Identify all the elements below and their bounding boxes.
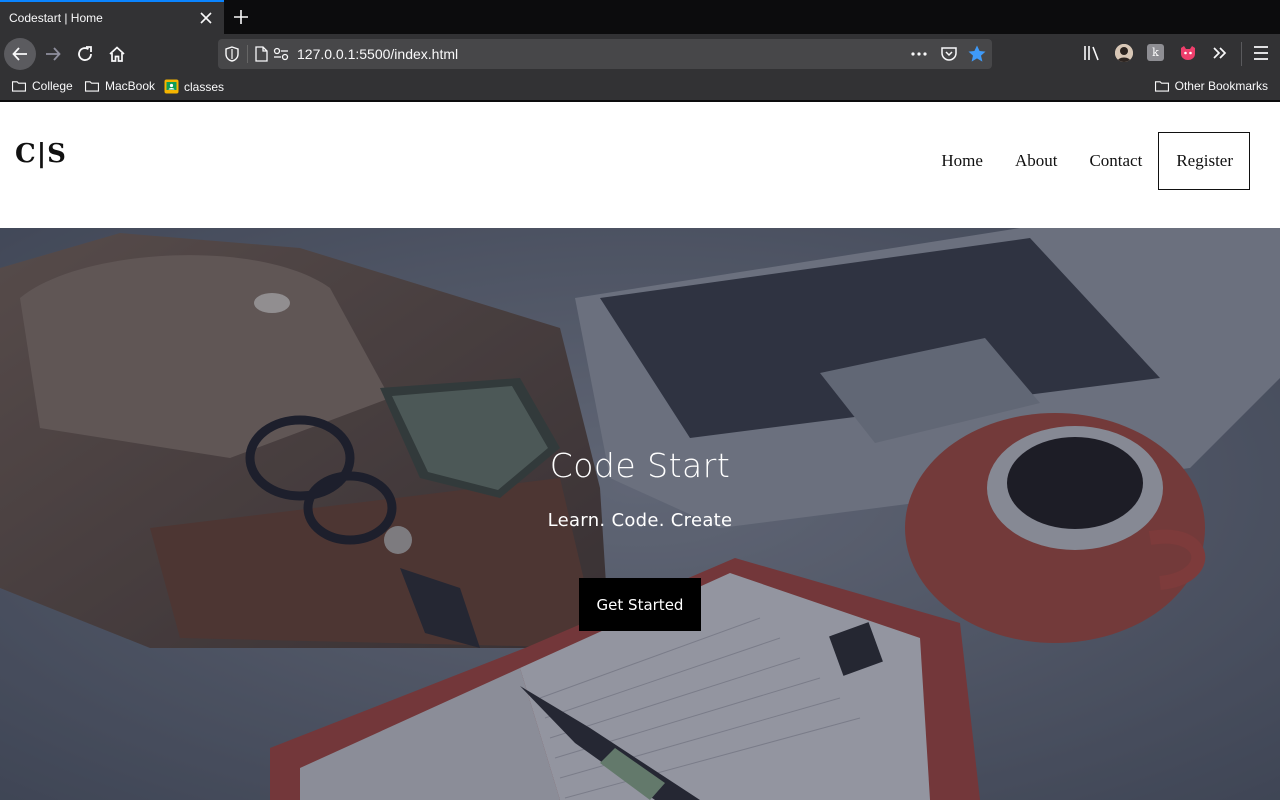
menu-icon[interactable] [1253,44,1269,67]
tab-bar: Codestart | Home [0,0,1280,34]
plus-icon[interactable] [228,5,254,29]
site-nav: Home About Contact Register [909,132,1250,190]
tab-title: Codestart | Home [9,11,103,25]
hero-subtitle: Learn. Code. Create [547,510,733,531]
nav-toolbar: 127.0.0.1:5500/index.html k [0,34,1280,74]
star-icon[interactable] [967,44,987,69]
back-icon[interactable] [4,38,36,70]
site-logo[interactable]: C|S [15,139,67,169]
bookmark-classes[interactable]: classes [164,79,224,94]
extension-icon[interactable]: k [1147,44,1164,61]
site-header: C|S Home About Contact Register [0,102,1280,228]
pocket-extension-icon[interactable] [1179,44,1197,67]
page-icon[interactable] [254,46,268,67]
classroom-icon [164,79,179,94]
url-text[interactable]: 127.0.0.1:5500/index.html [297,46,458,62]
get-started-button[interactable]: Get Started [579,578,701,631]
folder-icon [1154,81,1169,92]
url-bar[interactable]: 127.0.0.1:5500/index.html [218,39,992,69]
reload-icon[interactable] [69,38,101,70]
bookmark-macbook[interactable]: MacBook [84,79,155,93]
close-icon[interactable] [198,10,214,26]
home-icon[interactable] [101,38,133,70]
other-bookmarks-label: Other Bookmarks [1174,79,1268,93]
hero-title: Code Start [549,446,731,485]
shield-icon[interactable] [225,46,239,67]
other-bookmarks[interactable]: Other Bookmarks [1154,79,1268,93]
nav-link-contact[interactable]: Contact [1089,151,1142,171]
bookmark-college[interactable]: College [11,79,73,93]
nav-link-home[interactable]: Home [941,151,983,171]
toolbar-divider [1241,42,1242,66]
more-icon[interactable] [910,45,928,68]
library-icon[interactable] [1083,44,1101,67]
url-divider [247,45,248,63]
web-page: C|S Home About Contact Register Code Sta… [0,102,1280,800]
bookmark-label: College [32,79,73,93]
nav-link-about[interactable]: About [1015,151,1058,171]
folder-icon [84,81,100,92]
hero-section: Code Start Learn. Code. Create Get Start… [0,228,1280,800]
forward-icon[interactable] [37,38,69,70]
bookmark-label: MacBook [105,79,156,93]
folder-icon [11,81,27,92]
permissions-icon[interactable] [273,47,289,66]
pocket-icon[interactable] [940,45,958,68]
overflow-icon[interactable] [1211,44,1229,67]
bookmark-label: classes [184,79,225,94]
active-tab[interactable]: Codestart | Home [0,0,224,34]
avatar-icon[interactable] [1115,44,1133,62]
register-button[interactable]: Register [1158,132,1250,190]
bookmarks-bar: College MacBook classes Other Bookmarks [0,74,1280,101]
